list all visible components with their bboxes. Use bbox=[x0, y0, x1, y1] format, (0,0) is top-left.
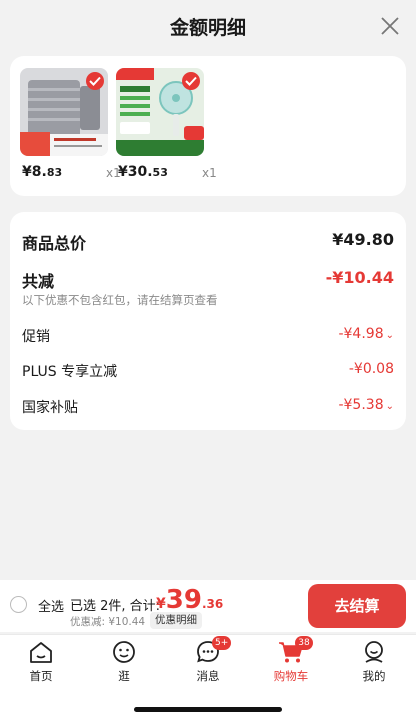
tab-label: 首页 bbox=[29, 669, 53, 683]
cart-badge: 38 bbox=[295, 636, 313, 650]
subsidy-value[interactable]: -¥5.38 ⌄ bbox=[338, 397, 394, 413]
close-icon[interactable] bbox=[378, 14, 402, 38]
promo-label: 促销 bbox=[22, 329, 50, 345]
plus-label: PLUS 专享立减 bbox=[22, 364, 118, 380]
product-price: ¥30.53 bbox=[118, 164, 168, 180]
product-item[interactable]: ¥8.83 x1 bbox=[20, 68, 121, 180]
home-indicator[interactable] bbox=[134, 707, 282, 712]
product-image-towel[interactable] bbox=[20, 68, 108, 156]
product-image-fan[interactable] bbox=[116, 68, 204, 156]
tab-label: 逛 bbox=[118, 669, 130, 683]
header: 金额明细 bbox=[0, 0, 416, 52]
total-currency: ¥ bbox=[156, 596, 166, 612]
discount-detail-button[interactable]: 优惠明细 bbox=[150, 612, 202, 629]
plus-value: -¥0.08 bbox=[348, 361, 394, 377]
total-value: ¥49.80 bbox=[332, 230, 394, 249]
selected-check-icon[interactable] bbox=[182, 72, 200, 90]
select-all-label[interactable]: 全选 bbox=[38, 596, 64, 615]
product-list: ¥8.83 x1 ¥30.53 x1 bbox=[10, 56, 406, 196]
tab-messages[interactable]: 5+ 消息 bbox=[178, 636, 238, 687]
tab-home[interactable]: 首页 bbox=[11, 639, 71, 687]
price-integer: ¥30. bbox=[118, 164, 153, 180]
selected-check-icon[interactable] bbox=[86, 72, 104, 90]
discount-label: 共减 bbox=[22, 272, 55, 291]
discount-value: -¥10.44 bbox=[325, 268, 394, 287]
tab-label: 购物车 bbox=[273, 669, 309, 683]
cart-total: ¥39.36 bbox=[156, 585, 223, 615]
home-icon bbox=[30, 642, 52, 663]
checkout-button[interactable]: 去结算 bbox=[308, 584, 406, 628]
savings-text: 优惠减: ¥10.44 bbox=[70, 616, 146, 628]
total-label: 商品总价 bbox=[22, 234, 87, 253]
message-badge: 5+ bbox=[212, 636, 232, 650]
user-icon bbox=[365, 641, 383, 663]
price-summary: 商品总价 ¥49.80 共减 -¥10.44 以下优惠不包含红包，请在结算页查看… bbox=[10, 212, 406, 430]
chevron-down-icon[interactable]: ⌄ bbox=[386, 401, 394, 412]
tab-browse[interactable]: 逛 bbox=[94, 639, 154, 687]
discount-note: 以下优惠不包含红包，请在结算页查看 bbox=[22, 293, 218, 307]
price-decimal: 53 bbox=[152, 166, 168, 179]
page-title: 金额明细 bbox=[169, 17, 246, 39]
price-decimal: 83 bbox=[46, 166, 63, 179]
product-quantity: x1 bbox=[202, 166, 217, 180]
tab-label: 我的 bbox=[362, 669, 386, 683]
tab-label: 消息 bbox=[196, 669, 220, 683]
promo-value[interactable]: -¥4.98 ⌄ bbox=[338, 326, 394, 342]
price-integer: ¥8. bbox=[22, 164, 47, 180]
tab-profile[interactable]: 我的 bbox=[344, 639, 404, 687]
total-decimal: .36 bbox=[201, 597, 224, 611]
total-integer: 39 bbox=[165, 585, 202, 615]
product-item[interactable]: ¥30.53 x1 bbox=[116, 68, 217, 180]
smile-face-icon bbox=[113, 641, 135, 663]
checkout-bar: 全选 已选 2件, 合计: ¥39.36 优惠减: ¥10.44 优惠明细 去结… bbox=[0, 580, 416, 632]
promo-amount: -¥4.98 bbox=[338, 326, 384, 342]
selected-info: 已选 2件, 合计: bbox=[70, 599, 161, 614]
chevron-down-icon[interactable]: ⌄ bbox=[386, 330, 394, 341]
subsidy-amount: -¥5.38 bbox=[338, 397, 384, 413]
select-all-radio[interactable] bbox=[10, 596, 27, 613]
product-price: ¥8.83 bbox=[22, 164, 62, 180]
tab-cart[interactable]: 38 购物车 bbox=[261, 636, 321, 687]
subsidy-label: 国家补贴 bbox=[22, 400, 78, 416]
